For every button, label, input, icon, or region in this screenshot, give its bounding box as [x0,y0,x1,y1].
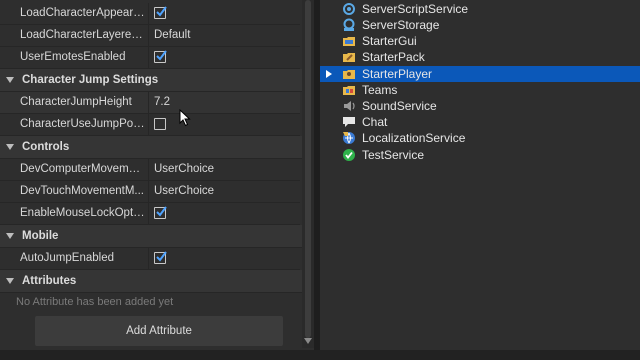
server-script-service-icon [343,3,355,15]
property-value[interactable]: UserChoice [154,163,214,175]
tree-item-label: StarterPack [362,50,425,64]
tree-item-label: StarterPlayer [362,67,433,81]
tree-item-server-storage[interactable]: ServerStorage [320,17,640,33]
property-row-user-emotes-enabled[interactable]: UserEmotesEnabled [0,47,300,69]
section-title: Mobile [22,230,59,242]
tree-item-chat[interactable]: Chat [320,114,640,130]
tree-item-label: Chat [362,115,388,129]
property-name: LoadCharacterAppeara... [20,7,146,19]
tree-item-label: ServerScriptService [362,2,469,16]
section-header-character-jump-settings[interactable]: Character Jump Settings [0,69,302,92]
property-checkbox-unchecked[interactable] [154,118,166,130]
column-divider [148,203,149,224]
property-row-load-character-layered[interactable]: LoadCharacterLayered... Default [0,25,300,47]
property-name: AutoJumpEnabled [20,252,114,264]
tree-item-starter-player[interactable]: StarterPlayer [320,66,640,82]
tree-item-sound-service[interactable]: SoundService [320,98,640,114]
chat-icon [343,117,355,127]
mouse-cursor-icon [179,109,191,127]
tree-item-starter-pack[interactable]: StarterPack [320,49,640,65]
tree-item-label: Teams [362,83,398,97]
column-divider [148,3,149,24]
property-name: DevComputerMovemen... [20,163,146,175]
properties-scrollbar[interactable] [302,0,314,348]
tree-item-starter-gui[interactable]: StarterGui [320,33,640,49]
tree-item-label: LocalizationService [362,131,466,145]
property-name: DevTouchMovementM... [20,185,144,197]
column-divider [148,47,149,68]
section-header-attributes[interactable]: Attributes [0,270,302,293]
collapse-triangle-icon[interactable] [6,233,14,239]
bottom-status-bar [0,350,640,360]
property-row-dev-touch-movement[interactable]: DevTouchMovementM... UserChoice [0,181,300,203]
property-name: LoadCharacterLayered... [20,29,146,41]
property-name: CharacterJumpHeight [20,96,132,108]
scrollbar-thumb[interactable] [305,0,311,338]
tree-item-teams[interactable]: Teams [320,82,640,98]
property-row-character-use-jump-power[interactable]: CharacterUseJumpPower [0,114,300,136]
tree-item-label: StarterGui [362,34,417,48]
collapse-triangle-icon[interactable] [6,278,14,284]
server-storage-icon [343,18,355,31]
tree-item-localization-service[interactable]: LocalizationService [320,130,640,146]
sound-service-icon [344,101,355,111]
column-divider [148,92,149,113]
test-service-icon [343,149,355,161]
tree-item-label: SoundService [362,99,437,113]
column-divider [148,25,149,46]
column-divider [148,248,149,269]
tree-item-label: ServerStorage [362,18,440,32]
tree-item-test-service[interactable]: TestService [320,147,640,163]
property-value[interactable]: 7.2 [154,96,170,108]
column-divider [148,181,149,202]
property-row-enable-mouse-lock-option[interactable]: EnableMouseLockOption [0,203,300,225]
section-title: Attributes [22,275,77,287]
section-header-mobile[interactable]: Mobile [0,225,302,248]
localization-service-icon [343,132,355,144]
property-row-dev-computer-movement[interactable]: DevComputerMovemen... UserChoice [0,159,300,181]
property-row-character-jump-height[interactable]: CharacterJumpHeight 7.2 [0,92,300,114]
section-title: Controls [22,141,70,153]
section-header-controls[interactable]: Controls [0,136,302,159]
property-name: CharacterUseJumpPower [20,118,146,130]
property-checkbox-checked[interactable] [154,251,167,264]
properties-panel: LoadCharacterAppeara... LoadCharacterLay… [0,0,302,360]
property-row-load-character-appearance[interactable]: LoadCharacterAppeara... [0,3,300,25]
column-divider [148,114,149,135]
property-value[interactable]: UserChoice [154,185,214,197]
tree-item-server-script-service[interactable]: ServerScriptService [320,1,640,17]
property-row-auto-jump-enabled[interactable]: AutoJumpEnabled [0,248,300,270]
property-name: EnableMouseLockOption [20,207,146,219]
tree-item-label: TestService [362,148,425,162]
property-checkbox-checked[interactable] [154,6,167,19]
explorer-panel: ServerScriptService ServerStorage Starte… [320,0,640,350]
property-name: UserEmotesEnabled [20,51,126,63]
starter-pack-icon [343,53,355,62]
add-attribute-button[interactable]: Add Attribute [35,316,283,346]
scroll-down-arrow-icon[interactable] [304,338,312,344]
collapse-triangle-icon[interactable] [6,144,14,150]
property-checkbox-checked[interactable] [154,50,167,63]
no-attributes-note: No Attribute has been added yet [16,296,174,308]
starter-player-icon [343,70,355,79]
property-checkbox-checked[interactable] [154,206,167,219]
section-title: Character Jump Settings [22,74,159,86]
teams-icon [343,86,355,95]
property-value[interactable]: Default [154,29,190,41]
collapse-triangle-icon[interactable] [6,77,14,83]
column-divider [148,159,149,180]
starter-gui-icon [343,37,355,46]
expand-arrow-icon[interactable] [326,70,332,78]
